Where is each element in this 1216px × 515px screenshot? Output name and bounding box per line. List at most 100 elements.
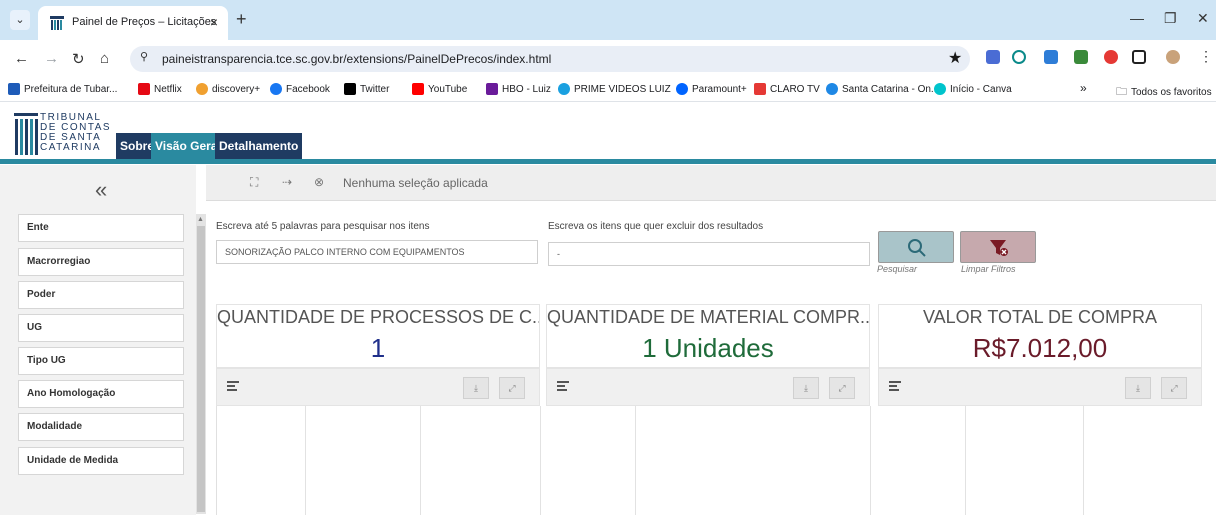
- extension-icon[interactable]: [1104, 50, 1118, 64]
- forward-icon[interactable]: →: [44, 50, 59, 67]
- exclude-label: Escreva os itens que quer excluir dos re…: [548, 221, 764, 232]
- tab-title: Painel de Preços – Licitações: [72, 16, 217, 28]
- exclude-input[interactable]: -: [548, 242, 870, 266]
- browser-tab-bar: ⌄ Painel de Preços – Licitações × + — ❐ …: [0, 0, 1216, 40]
- bookmark-item[interactable]: Início - Canva: [934, 83, 1012, 95]
- bookmark-item[interactable]: Twitter: [344, 83, 389, 95]
- bookmark-item[interactable]: Facebook: [270, 83, 330, 95]
- chart-menu-icon[interactable]: [889, 381, 901, 391]
- folder-icon: 🗀: [1116, 86, 1127, 98]
- bookmark-star-icon[interactable]: ★: [948, 48, 962, 68]
- bookmarks-overflow-icon[interactable]: »: [1080, 81, 1087, 95]
- search-caption: Pesquisar: [877, 264, 918, 274]
- collapse-sidebar-icon[interactable]: «: [95, 177, 107, 203]
- extension-icon[interactable]: [986, 50, 1000, 64]
- scroll-up-icon[interactable]: ▲: [197, 216, 204, 223]
- clear-selections-icon[interactable]: ⊗: [314, 175, 324, 189]
- chart-menu-icon[interactable]: [227, 381, 239, 391]
- app-header: TRIBUNAL DE CONTAS DE SANTA CATARINA Sob…: [0, 103, 1216, 163]
- selection-status: Nenhuma seleção aplicada: [343, 176, 488, 190]
- column-divider: [965, 406, 966, 515]
- close-window-icon[interactable]: ✕: [1197, 10, 1209, 27]
- extensions-puzzle-icon[interactable]: [1132, 50, 1146, 64]
- reload-icon[interactable]: ↻: [72, 50, 85, 68]
- maximize-icon[interactable]: ❐: [1164, 10, 1177, 27]
- chart-menu-icon[interactable]: [557, 381, 569, 391]
- bookmark-item[interactable]: Prefeitura de Tubar...: [8, 83, 117, 95]
- scrollbar-thumb[interactable]: [197, 226, 205, 512]
- search-button[interactable]: [878, 231, 954, 263]
- download-icon[interactable]: ⤓: [1125, 377, 1151, 399]
- kpi-value: R$7.012,00: [972, 333, 1108, 363]
- tab-search-icon[interactable]: ⌄: [10, 10, 30, 30]
- column-divider: [635, 406, 636, 515]
- filter-tipo-ug[interactable]: Tipo UG: [18, 347, 184, 375]
- search-icon: [908, 239, 926, 257]
- tab-visao-geral[interactable]: Visão Geral: [151, 133, 225, 159]
- bookmark-item[interactable]: CLARO TV: [754, 83, 820, 95]
- column-divider: [1083, 406, 1084, 515]
- filter-poder[interactable]: Poder: [18, 281, 184, 309]
- chart-toolbar: ⤓ ⤢: [216, 368, 540, 406]
- step-forward-icon[interactable]: ⇢: [282, 175, 292, 189]
- expand-icon[interactable]: ⤢: [829, 377, 855, 399]
- tab-favicon-icon: [50, 16, 64, 30]
- kpi-title: VALOR TOTAL DE COMPRA: [922, 307, 1158, 327]
- address-bar-row: ← → ↻ ⌂ ⚲ paineistransparencia.tce.sc.go…: [0, 40, 1216, 78]
- results-table-area: [216, 406, 1216, 515]
- clear-filters-button[interactable]: [960, 231, 1036, 263]
- clear-filter-icon: [990, 240, 1008, 256]
- filter-macrorregiao[interactable]: Macrorregiao: [18, 248, 184, 276]
- site-info-icon[interactable]: ⚲: [140, 50, 148, 63]
- bookmark-item[interactable]: PRIME VIDEOS LUIZ: [558, 83, 671, 95]
- all-favorites-folder[interactable]: 🗀 Todos os favoritos: [1116, 83, 1212, 102]
- profile-avatar[interactable]: [1166, 50, 1180, 64]
- expand-icon[interactable]: ⤢: [1161, 377, 1187, 399]
- home-icon[interactable]: ⌂: [100, 50, 109, 67]
- expand-icon[interactable]: ⤢: [499, 377, 525, 399]
- column-divider: [870, 406, 871, 515]
- bookmark-item[interactable]: Paramount+: [676, 83, 747, 95]
- filter-ug[interactable]: UG: [18, 314, 184, 342]
- bookmark-item[interactable]: discovery+: [196, 83, 260, 95]
- download-icon[interactable]: ⤓: [793, 377, 819, 399]
- header-divider: [0, 159, 1216, 164]
- kpi-title: QUANTIDADE DE PROCESSOS DE C...: [217, 307, 539, 327]
- kpi-title: QUANTIDADE DE MATERIAL COMPR...: [547, 307, 869, 327]
- tab-close-icon[interactable]: ×: [210, 14, 218, 30]
- back-icon[interactable]: ←: [14, 50, 29, 67]
- kpi-card-material: QUANTIDADE DE MATERIAL COMPR... 1 Unidad…: [546, 304, 870, 368]
- filter-ano-homologacao[interactable]: Ano Homologação: [18, 380, 184, 408]
- bookmark-item[interactable]: Netflix: [138, 83, 182, 95]
- logo-emblem-icon: [14, 113, 38, 155]
- filter-modalidade[interactable]: Modalidade: [18, 413, 184, 441]
- minimize-icon[interactable]: —: [1130, 10, 1144, 26]
- bookmark-item[interactable]: YouTube: [412, 83, 467, 95]
- column-divider: [305, 406, 306, 515]
- filter-unidade-de-medida[interactable]: Unidade de Medida: [18, 447, 184, 475]
- tab-detalhamento[interactable]: Detalhamento: [215, 133, 303, 159]
- extension-icon[interactable]: [1012, 50, 1026, 64]
- tce-sc-logo: TRIBUNAL DE CONTAS DE SANTA CATARINA: [12, 111, 112, 159]
- sidebar-scrollbar[interactable]: ▲: [196, 214, 206, 514]
- menu-kebab-icon[interactable]: ⋮: [1199, 48, 1213, 65]
- chart-toolbar: ⤓ ⤢: [546, 368, 870, 406]
- extension-icon[interactable]: [1074, 50, 1088, 64]
- kpi-card-processos: QUANTIDADE DE PROCESSOS DE C... 1: [216, 304, 540, 368]
- url-bar[interactable]: ⚲ paineistransparencia.tce.sc.gov.br/ext…: [130, 46, 970, 72]
- bookmarks-bar: Prefeitura de Tubar... Netflix discovery…: [0, 78, 1216, 102]
- column-divider: [420, 406, 421, 515]
- column-divider: [540, 406, 541, 515]
- extension-icon[interactable]: [1044, 50, 1058, 64]
- new-tab-button[interactable]: +: [236, 9, 247, 30]
- selection-bar: ⛶ ⇢ ⊗ Nenhuma seleção aplicada: [206, 165, 1216, 201]
- clear-filters-caption: Limpar Filtros: [961, 264, 1016, 274]
- browser-tab[interactable]: Painel de Preços – Licitações ×: [38, 6, 228, 40]
- selections-tool-icon[interactable]: ⛶: [250, 175, 258, 190]
- search-input[interactable]: SONORIZAÇÃO PALCO INTERNO COM EQUIPAMENT…: [216, 240, 538, 264]
- download-icon[interactable]: ⤓: [463, 377, 489, 399]
- bookmark-item[interactable]: HBO - Luiz: [486, 83, 551, 95]
- filter-ente[interactable]: Ente: [18, 214, 184, 242]
- bookmark-item[interactable]: Santa Catarina - On...: [826, 83, 939, 95]
- url-text[interactable]: paineistransparencia.tce.sc.gov.br/exten…: [162, 52, 551, 66]
